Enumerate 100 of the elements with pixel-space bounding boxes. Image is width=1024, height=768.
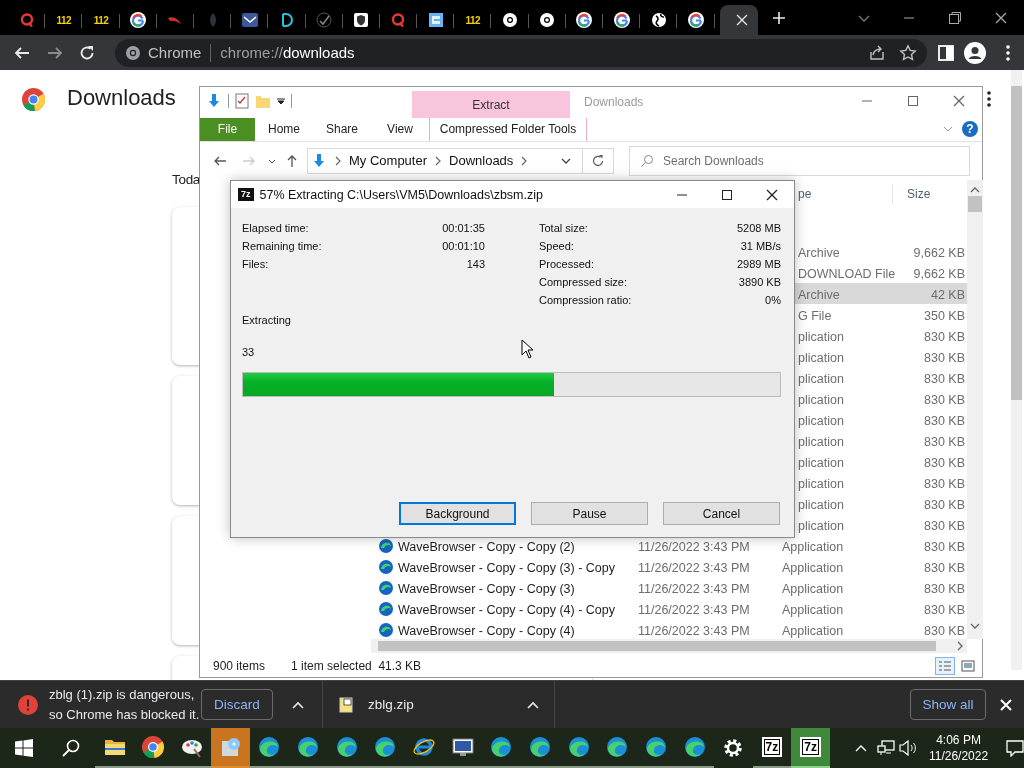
menu-icon[interactable] bbox=[1005, 43, 1011, 62]
view-button[interactable] bbox=[935, 657, 955, 676]
type-cell-text: G File bbox=[797, 308, 833, 324]
scrollbar-thumb[interactable] bbox=[1011, 86, 1022, 400]
notification-icon[interactable] bbox=[1006, 739, 1024, 757]
size-cell-text: 830 KB bbox=[923, 497, 966, 513]
clock-date[interactable]: 11/26/2022 bbox=[928, 748, 989, 764]
scroll-down-icon[interactable] bbox=[970, 622, 980, 631]
type-cell-text: plication bbox=[797, 497, 845, 513]
type-cell-text: Application bbox=[782, 623, 845, 639]
section-heading: Toda bbox=[172, 172, 201, 187]
dialog-button[interactable]: Pause bbox=[531, 502, 648, 525]
type-cell-text: plication bbox=[797, 329, 845, 345]
file-name[interactable]: zblg.zip bbox=[368, 697, 414, 712]
address-field[interactable]: chrome://downloads bbox=[220, 44, 355, 61]
ribbon-tab[interactable]: Home bbox=[255, 118, 313, 141]
size-cell-text: 42 KB bbox=[929, 287, 966, 303]
breadcrumb-item[interactable]: My Computer bbox=[349, 153, 428, 169]
app-logo: 7z bbox=[761, 737, 783, 757]
scrollbar-thumb[interactable] bbox=[378, 641, 936, 652]
size-cell-text: 830 KB bbox=[923, 455, 966, 471]
search-field[interactable]: Search Downloads bbox=[629, 145, 970, 176]
address-bar[interactable]: My Computer Downloads bbox=[307, 147, 614, 174]
date-cell-text: 11/26/2022 3:43 PM bbox=[638, 581, 751, 597]
scrollbar[interactable] bbox=[967, 180, 983, 640]
stat-value: 143 bbox=[465, 258, 485, 270]
file-row[interactable]: WaveBrowser - Copy - Copy (3) - Copy 11/26/2022 3:43 PM Application 830 KB bbox=[370, 556, 967, 578]
breadcrumb-item[interactable]: Downloads bbox=[449, 153, 514, 169]
site-chip[interactable]: Chrome bbox=[148, 44, 202, 61]
g-logo-icon bbox=[613, 12, 630, 28]
envelope-icon bbox=[241, 12, 258, 28]
browser-tab[interactable]: 112 bbox=[454, 5, 492, 35]
download-arrow-icon[interactable] bbox=[206, 93, 222, 109]
dropdown-icon[interactable] bbox=[277, 97, 285, 105]
size-cell-text: 830 KB bbox=[923, 518, 966, 534]
size-cell-text: 830 KB bbox=[923, 602, 966, 618]
page-title: Downloads bbox=[67, 85, 176, 111]
dialog-button[interactable]: Background bbox=[399, 502, 516, 525]
ribbon-tab[interactable]: View bbox=[371, 118, 429, 141]
browser-tab[interactable]: 112 bbox=[45, 5, 83, 35]
scrollbar-thumb[interactable] bbox=[968, 196, 982, 213]
menu-icon[interactable] bbox=[986, 90, 992, 108]
type-cell-text: Application bbox=[782, 560, 845, 576]
star-icon[interactable] bbox=[899, 43, 917, 62]
type-cell-text: plication bbox=[797, 371, 845, 387]
file-row[interactable]: WaveBrowser - Copy - Copy (4) 11/26/2022 3:43 PM Application 830 KB bbox=[370, 619, 967, 641]
dialog-button[interactable]: Cancel bbox=[663, 502, 780, 525]
swirl-icon bbox=[378, 558, 394, 575]
browser-logo-icon bbox=[141, 735, 166, 759]
refresh-icon[interactable] bbox=[591, 153, 605, 168]
caret-up-icon[interactable] bbox=[292, 700, 304, 709]
swirl-icon bbox=[378, 600, 394, 617]
details-view-icon bbox=[938, 660, 952, 673]
file-tab[interactable]: File bbox=[200, 118, 255, 141]
taskbar-button[interactable]: 7z bbox=[791, 728, 830, 768]
g-logo-icon bbox=[576, 12, 593, 28]
stat-value: 00:01:35 bbox=[442, 222, 485, 234]
swirl-icon bbox=[605, 735, 630, 759]
show-all-button[interactable]: Show all bbox=[910, 689, 986, 720]
network-icon[interactable] bbox=[876, 740, 895, 756]
stat-value: 3890 KB bbox=[737, 276, 781, 288]
side-panel-icon[interactable] bbox=[937, 43, 955, 62]
type-cell-text: plication bbox=[797, 518, 845, 534]
plus-icon[interactable] bbox=[770, 9, 787, 26]
shield-icon bbox=[353, 12, 370, 28]
globe-icon[interactable] bbox=[125, 44, 141, 61]
file-row[interactable]: WaveBrowser - Copy - Copy (3) 11/26/2022 3:43 PM Application 830 KB bbox=[370, 577, 967, 599]
file-row[interactable]: WaveBrowser - Copy - Copy (4) - Copy 11/26/2022 3:43 PM Application 830 KB bbox=[370, 598, 967, 620]
scrollbar[interactable] bbox=[1011, 70, 1022, 670]
discard-button[interactable]: Discard bbox=[201, 689, 273, 720]
file-name: WaveBrowser - Copy - Copy (3) - Copy bbox=[398, 560, 616, 576]
clock-time[interactable]: 4:06 PM bbox=[936, 732, 981, 748]
window-title: Downloads bbox=[584, 95, 644, 109]
g-logo-icon bbox=[687, 12, 704, 28]
help-button[interactable]: ? bbox=[962, 121, 978, 138]
chevron-up-icon[interactable] bbox=[854, 744, 867, 752]
type-cell-text: plication bbox=[797, 434, 845, 450]
scroll-right-icon[interactable] bbox=[956, 641, 964, 652]
swirl-icon bbox=[489, 735, 514, 759]
avatar-icon[interactable] bbox=[964, 41, 986, 64]
file-name: WaveBrowser - Copy - Copy (3) bbox=[398, 581, 576, 597]
dialog-title: 57% Extracting C:\Users\VM5\Downloads\zbsm.zip bbox=[259, 187, 543, 202]
restore-icon[interactable] bbox=[947, 9, 963, 26]
speaker-icon[interactable] bbox=[898, 740, 917, 756]
caret-up-icon[interactable] bbox=[526, 700, 539, 709]
swirl-icon bbox=[378, 579, 394, 596]
reload-icon[interactable] bbox=[78, 43, 96, 62]
stat-value: 31 MB/s bbox=[739, 240, 781, 252]
properties-icon[interactable] bbox=[235, 93, 249, 109]
stat-label: Elapsed time: bbox=[242, 222, 310, 234]
scrollbar[interactable] bbox=[371, 639, 967, 654]
warning-text: zblg (1).zip is dangerous, so Chrome has blocked it. bbox=[49, 685, 201, 724]
aperture-icon bbox=[502, 12, 519, 28]
scroll-up-icon[interactable] bbox=[970, 186, 980, 195]
share-icon[interactable] bbox=[868, 43, 886, 62]
browser-tab[interactable]: 112 bbox=[82, 5, 120, 35]
file-row[interactable]: WaveBrowser - Copy - Copy (2) 11/26/2022 3:43 PM Application 830 KB bbox=[370, 535, 967, 557]
swirl-icon bbox=[378, 537, 394, 554]
ribbon-tab[interactable]: Share bbox=[313, 118, 371, 141]
close-icon[interactable] bbox=[998, 696, 1014, 713]
